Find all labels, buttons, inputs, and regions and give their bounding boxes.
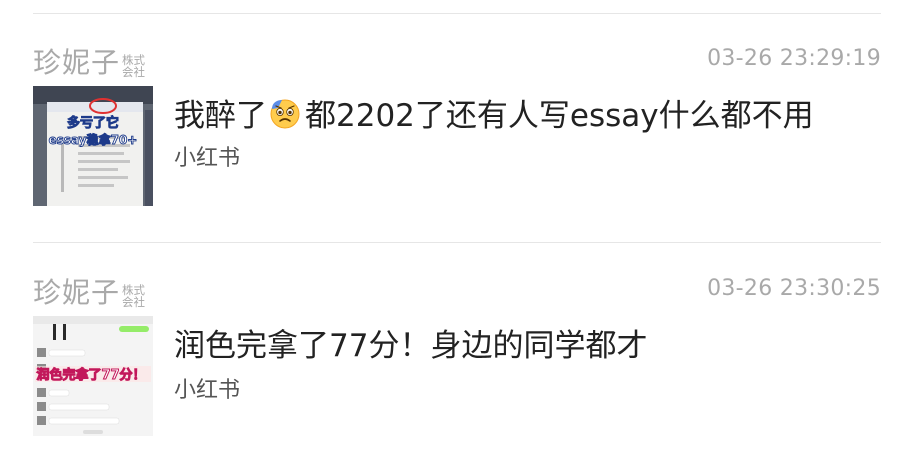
anxious-sweat-face-icon [270, 99, 300, 128]
post-title-part-1: 我醉了 [174, 98, 267, 134]
feed-item[interactable]: 珍妮子 株式 会社 03-26 23:30:25 润色完拿了77分！ 润色完拿了… [33, 274, 881, 454]
timestamp: 03-26 23:29:19 [707, 46, 881, 71]
post-title[interactable]: 我醉了 都2202了还有人写essay什么都不用 [174, 90, 814, 135]
thumbnail-caption: 润色完拿了77分！ [36, 367, 145, 383]
author[interactable]: 珍妮子 株式 会社 [33, 274, 145, 309]
author-name: 珍妮子 [33, 276, 121, 309]
thumbnail-image: 多亏了它 essay稳拿70+ [33, 86, 153, 206]
author[interactable]: 珍妮子 株式 会社 [33, 44, 145, 79]
author-suffix-bottom: 会社 [122, 295, 146, 309]
thumbnail[interactable]: 多亏了它 essay稳拿70+ [33, 86, 153, 206]
thumbnail-caption-bottom: essay稳拿70+ [49, 132, 138, 147]
divider-middle [33, 242, 881, 243]
thumbnail[interactable]: 润色完拿了77分！ [33, 316, 153, 436]
divider-top [33, 13, 881, 14]
source-label: 小红书 [174, 146, 241, 171]
thumbnail-image: 润色完拿了77分！ [33, 316, 153, 436]
thumbnail-caption-top: 多亏了它 [67, 115, 119, 131]
author-name: 珍妮子 [33, 46, 121, 79]
post-title-part-2: 都2202了还有人写essay什么都不用 [305, 98, 814, 134]
feed-item[interactable]: 珍妮子 株式 会社 03-26 23:29:19 多亏了它 essay稳拿70+ [33, 44, 881, 224]
author-suffix-bottom: 会社 [122, 65, 146, 79]
source-label: 小红书 [174, 378, 241, 403]
post-title[interactable]: 润色完拿了77分！身边的同学都才 [174, 320, 647, 365]
author-suffix: 株式 会社 [122, 284, 145, 308]
timestamp: 03-26 23:30:25 [707, 276, 881, 301]
author-suffix: 株式 会社 [122, 54, 145, 78]
